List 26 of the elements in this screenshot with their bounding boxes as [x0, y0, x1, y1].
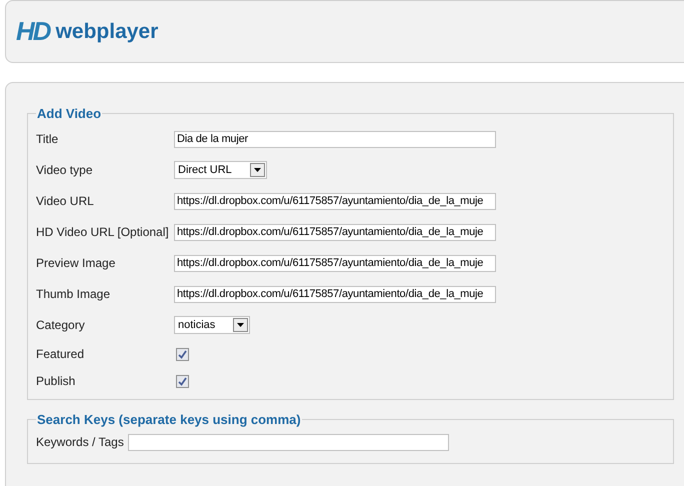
text-field[interactable]: https://dl.dropbox.com/u/61175857/ayuntamiento/dia_de_la_muje [174, 224, 496, 240]
text-field[interactable]: https://dl.dropbox.com/u/61175857/ayuntamiento/dia_de_la_muje [174, 254, 496, 272]
field-label: HD Video URL [Optional] [36, 224, 170, 241]
caret-icon [233, 318, 248, 332]
logo-mark: HD [16, 15, 50, 48]
caret-icon [250, 163, 265, 177]
field-label: Title [36, 131, 60, 148]
field-label: Video type [36, 162, 94, 179]
checkbox[interactable] [176, 374, 189, 388]
field-label: Keywords / Tags [36, 434, 124, 451]
group-title: Add Video [36, 105, 102, 123]
logo-text: webplayer [56, 18, 158, 45]
field-label: Preview Image [36, 255, 116, 272]
keywords-field[interactable] [128, 434, 449, 450]
dropdown[interactable]: noticias [174, 316, 250, 334]
text-field[interactable]: https://dl.dropbox.com/u/61175857/ayuntamiento/dia_de_la_muje [174, 192, 496, 210]
text-field[interactable]: https://dl.dropbox.com/u/61175857/ayuntamiento/dia_de_la_muje [174, 286, 496, 302]
group-title: Search Keys (separate keys using comma) [36, 410, 302, 429]
checkbox[interactable] [176, 348, 189, 360]
dropdown[interactable]: Direct URL [174, 161, 267, 179]
field-label: Category [36, 317, 86, 334]
field-label: Thumb Image [36, 286, 112, 303]
text-field[interactable]: Dia de la mujer [174, 130, 496, 148]
field-label: Video URL [36, 193, 95, 210]
field-label: Featured [36, 346, 86, 363]
field-label: Publish [36, 373, 76, 390]
